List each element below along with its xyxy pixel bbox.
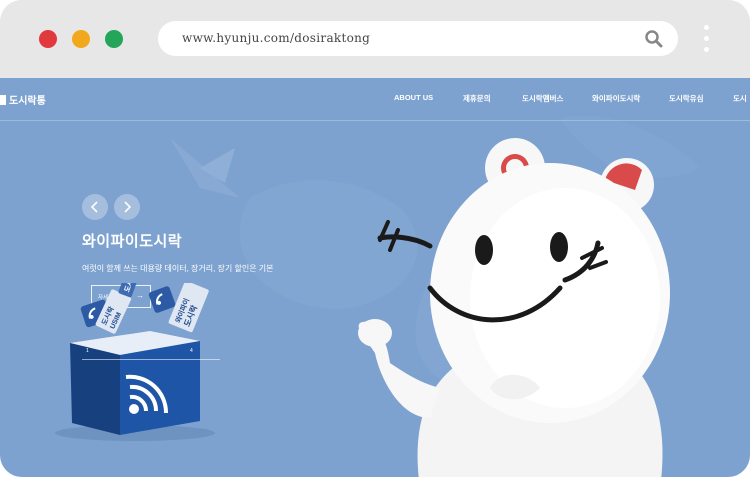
close-window-button[interactable] xyxy=(39,30,57,48)
slide-page-end: 4 xyxy=(190,348,193,354)
slide-page-start: 1 xyxy=(86,348,89,354)
address-text: www.hyunju.com/dosiraktong xyxy=(182,31,371,45)
hero-subtitle: 여럿이 함께 쓰는 대용량 데이터, 장거리, 장기 할인은 기본 xyxy=(82,264,274,273)
logo-icon xyxy=(0,95,6,105)
nav-item-more[interactable]: 도시 xyxy=(733,93,747,104)
prev-slide-button[interactable] xyxy=(82,194,108,220)
next-slide-button[interactable] xyxy=(114,194,140,220)
logo-text: 도시락통 xyxy=(9,96,46,107)
chevron-right-icon xyxy=(124,201,132,213)
nav-item-about-us[interactable]: ABOUT US xyxy=(394,93,433,102)
slide-progress-bar xyxy=(82,359,220,360)
browser-toolbar: www.hyunju.com/dosiraktong xyxy=(0,0,750,78)
bear-mascot-illustration xyxy=(358,138,670,477)
site-navbar: 도시락통 ABOUT US 제휴문의 도시락멤버스 와이파이도시락 도시락유심 … xyxy=(0,78,750,121)
nav-item-members[interactable]: 도시락멤버스 xyxy=(522,93,563,104)
chevron-left-icon xyxy=(90,201,98,213)
dosirak-box-illustration: 도시락 USIM 도시락 와이파이 도시락 xyxy=(55,283,215,441)
hero-title: 와이파이도시락 xyxy=(82,233,183,250)
address-bar[interactable]: www.hyunju.com/dosiraktong xyxy=(158,21,678,56)
minimize-window-button[interactable] xyxy=(72,30,90,48)
nav-item-wifi[interactable]: 와이파이도시락 xyxy=(592,93,640,104)
nav-item-partnership[interactable]: 제휴문의 xyxy=(463,93,491,104)
search-icon[interactable] xyxy=(644,29,664,49)
website-viewport: 도시락통 ABOUT US 제휴문의 도시락멤버스 와이파이도시락 도시락유심 … xyxy=(0,78,750,477)
nav-item-usim[interactable]: 도시락유심 xyxy=(669,93,704,104)
site-logo[interactable]: 도시락통 xyxy=(0,92,46,107)
browser-window: www.hyunju.com/dosiraktong 도시락통 ABOUT US… xyxy=(0,0,750,477)
kebab-menu-icon[interactable] xyxy=(700,25,712,55)
maximize-window-button[interactable] xyxy=(105,30,123,48)
